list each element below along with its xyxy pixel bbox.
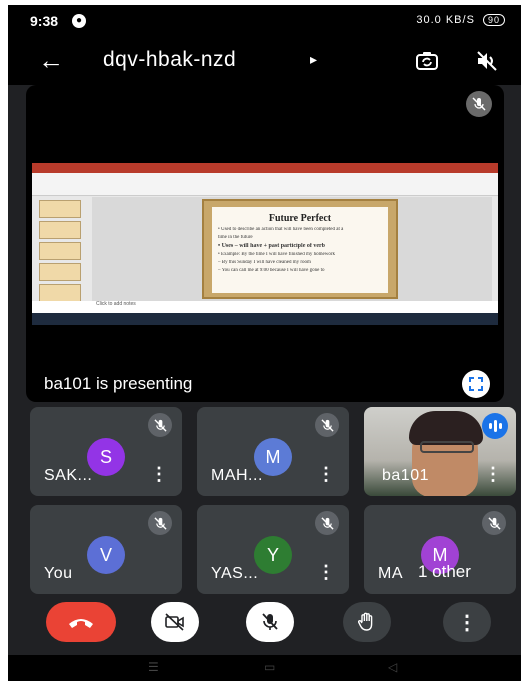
camera-switch-icon[interactable] bbox=[413, 47, 441, 75]
camera-off-icon bbox=[165, 613, 184, 631]
current-slide: Future Perfect • Used to describe an act… bbox=[202, 199, 398, 299]
camera-toggle-button[interactable] bbox=[151, 602, 199, 642]
avatar: V bbox=[87, 536, 125, 574]
participant-name: You bbox=[44, 565, 73, 582]
mic-off-icon bbox=[148, 413, 172, 437]
more-options-icon[interactable]: ⋮ bbox=[150, 464, 168, 485]
more-options-icon[interactable]: ⋮ bbox=[484, 464, 502, 485]
recents-nav-icon[interactable]: ☰ bbox=[148, 660, 159, 674]
more-options-icon[interactable]: ⋮ bbox=[317, 562, 335, 583]
slide-canvas: Future Perfect • Used to describe an act… bbox=[92, 197, 492, 301]
slide-notes: Click to add notes bbox=[32, 301, 498, 313]
participant-hair bbox=[409, 411, 483, 445]
mic-off-icon bbox=[148, 511, 172, 535]
desktop-taskbar bbox=[32, 313, 498, 325]
fullscreen-icon bbox=[469, 377, 483, 391]
slide-thumbnail bbox=[39, 221, 81, 239]
others-count-label: 1 other bbox=[418, 562, 471, 581]
more-options-icon: ⋮ bbox=[457, 611, 477, 634]
mic-off-icon bbox=[482, 511, 506, 535]
raise-hand-icon bbox=[358, 612, 373, 631]
back-nav-icon[interactable]: ◁ bbox=[388, 660, 397, 674]
slide-line: • Uses – will have + past participle of … bbox=[218, 243, 326, 249]
presenter-mic-status bbox=[466, 91, 492, 117]
slide-thumbnails bbox=[36, 197, 84, 302]
participant-tile-video[interactable]: ba101 ⋮ bbox=[364, 407, 516, 496]
mic-off-icon bbox=[262, 613, 278, 630]
status-bar: 9:38 ● 30.0 KB/S 90 bbox=[8, 5, 521, 37]
end-call-icon bbox=[69, 619, 93, 628]
participant-glasses bbox=[420, 441, 474, 453]
speaker-off-icon[interactable] bbox=[473, 47, 501, 75]
participant-name: YAS... bbox=[211, 565, 259, 582]
participant-tile-overflow[interactable]: M MA 1 other bbox=[364, 505, 516, 594]
call-controls: ⋮ bbox=[8, 600, 521, 650]
mic-off-icon bbox=[466, 91, 492, 117]
meeting-code[interactable]: dqv-hbak-nzd bbox=[103, 48, 236, 72]
mic-off-icon bbox=[315, 413, 339, 437]
slide-line: • Example: By the time I will have finis… bbox=[218, 252, 336, 257]
status-time: 9:38 bbox=[30, 13, 59, 29]
android-navigation-bar: ☰ ▭ ◁ bbox=[8, 655, 521, 681]
participant-name: SAK... bbox=[44, 467, 93, 484]
avatar: S bbox=[87, 438, 125, 476]
notification-badge: ● bbox=[72, 14, 86, 28]
home-nav-icon[interactable]: ▭ bbox=[264, 660, 275, 674]
slide-thumbnail bbox=[39, 200, 81, 218]
presenter-label: ba101 is presenting bbox=[44, 374, 193, 393]
slide-thumbnail bbox=[39, 284, 81, 302]
app-title-bar bbox=[32, 163, 498, 173]
speaking-indicator-icon bbox=[482, 413, 508, 439]
shared-screen: Future Perfect • Used to describe an act… bbox=[32, 163, 498, 325]
raise-hand-button[interactable] bbox=[343, 602, 391, 642]
participant-tile-self[interactable]: V You bbox=[30, 505, 182, 594]
slide-line: – By this Sunday I will have cleaned my … bbox=[218, 260, 311, 265]
slide-thumbnail bbox=[39, 242, 81, 260]
slide-line: time in the future bbox=[218, 235, 253, 240]
app-bar: ← dqv-hbak-nzd ▸ bbox=[8, 37, 521, 85]
fullscreen-button[interactable] bbox=[462, 370, 490, 398]
participant-tile[interactable]: M MAH... ⋮ bbox=[197, 407, 349, 496]
slide-line: – You can call me at 9:00 because I will… bbox=[218, 268, 325, 273]
slide-line: • Used to describe an action that will h… bbox=[218, 227, 344, 232]
meeting-info-arrow-icon[interactable]: ▸ bbox=[310, 51, 317, 68]
phone-screen: 9:38 ● 30.0 KB/S 90 ← dqv-hbak-nzd ▸ Fut… bbox=[8, 5, 521, 681]
slide-title: Future Perfect bbox=[268, 213, 332, 224]
back-arrow-icon[interactable]: ← bbox=[38, 45, 64, 76]
more-options-icon[interactable]: ⋮ bbox=[317, 464, 335, 485]
mic-toggle-button[interactable] bbox=[246, 602, 294, 642]
presentation-stage[interactable]: Future Perfect • Used to describe an act… bbox=[26, 85, 504, 402]
end-call-button[interactable] bbox=[46, 602, 116, 642]
status-indicators: 30.0 KB/S 90 bbox=[416, 14, 505, 26]
battery-indicator: 90 bbox=[482, 14, 505, 26]
slide-thumbnail bbox=[39, 263, 81, 281]
mic-off-icon bbox=[315, 511, 339, 535]
more-options-button[interactable]: ⋮ bbox=[443, 602, 491, 642]
participant-name: MA bbox=[378, 565, 403, 582]
participant-tile[interactable]: S SAK... ⋮ bbox=[30, 407, 182, 496]
participant-name: ba101 bbox=[382, 467, 429, 484]
participant-name: MAH... bbox=[211, 467, 263, 484]
participant-tile[interactable]: Y YAS... ⋮ bbox=[197, 505, 349, 594]
app-ribbon bbox=[32, 173, 498, 196]
avatar: Y bbox=[254, 536, 292, 574]
network-speed: 30.0 KB/S bbox=[416, 14, 475, 26]
